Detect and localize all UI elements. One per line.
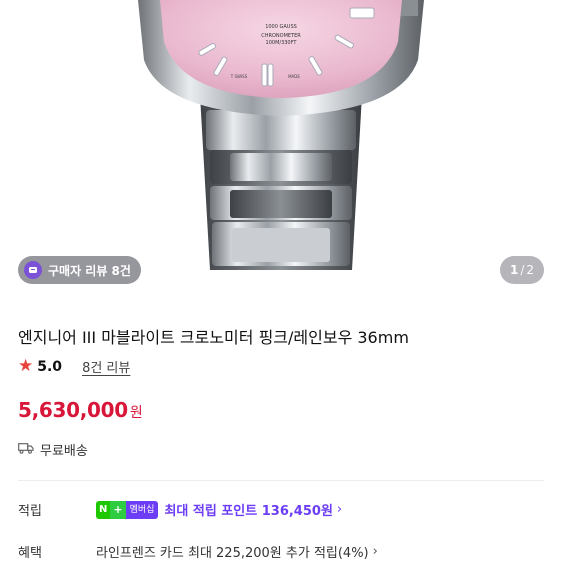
rating-score: 5.0 [37,358,63,375]
naver-n-logo: N [96,500,111,519]
dial-text-swiss: T SWISS [230,74,248,79]
price-amount: 5,630,000 [18,398,128,422]
chevron-right-icon: › [372,544,378,559]
star-icon: ★ [18,356,34,376]
chevron-right-icon: › [336,502,343,517]
pager-separator: / [520,263,525,277]
product-image-gallery[interactable]: 1000 GAUSS CHRONOMETER 100M/330FT T SWIS… [0,0,562,290]
price: 5,630,000 원 [18,398,143,422]
shipping-label: 무료배송 [40,444,88,459]
pager-current: 1 [509,263,519,277]
dial-text-depth: 100M/330FT [266,40,298,46]
card-benefit-text[interactable]: 라인프렌즈 카드 최대 225,200원 추가 적립(4%) [96,542,369,561]
benefit-label: 혜택 [18,546,42,561]
plus-icon: + [110,500,126,519]
buyer-review-chip[interactable]: 구매자 리뷰 8건 [18,256,141,284]
product-title: 엔지니어 III 마블라이트 크로노미터 핑크/레인보우 36mm [18,328,409,347]
watch-image: 1000 GAUSS CHRONOMETER 100M/330FT T SWIS… [138,0,424,270]
benefit-row[interactable]: 혜택 라인프렌즈 카드 최대 225,200원 추가 적립(4%) › [18,542,378,561]
dial-text-chronometer: CHRONOMETER [261,33,301,39]
review-badge-icon [24,261,42,279]
review-count-link[interactable]: 8건 리뷰 [82,357,130,376]
rating-row: ★ 5.0 8건 리뷰 [18,356,130,377]
price-unit: 원 [129,405,143,421]
naver-plus-membership-badge: N + 멤버십 [96,500,159,519]
truck-icon [18,442,34,458]
review-chip-label: 구매자 리뷰 8건 [48,263,131,278]
divider [18,480,544,481]
membership-label: 멤버십 [125,500,159,519]
dial-text-gauss: 1000 GAUSS [265,24,297,30]
image-pager: 1 / 2 [500,256,544,284]
points-row[interactable]: 적립 N + 멤버십 최대 적립 포인트 136,450원 › [18,500,342,519]
dial-text-made: MADE [288,74,300,79]
max-points-text[interactable]: 최대 적립 포인트 136,450원 [164,500,332,519]
pager-total: 2 [526,263,535,277]
points-label: 적립 [18,504,42,519]
shipping-info: 무료배송 [18,440,88,459]
